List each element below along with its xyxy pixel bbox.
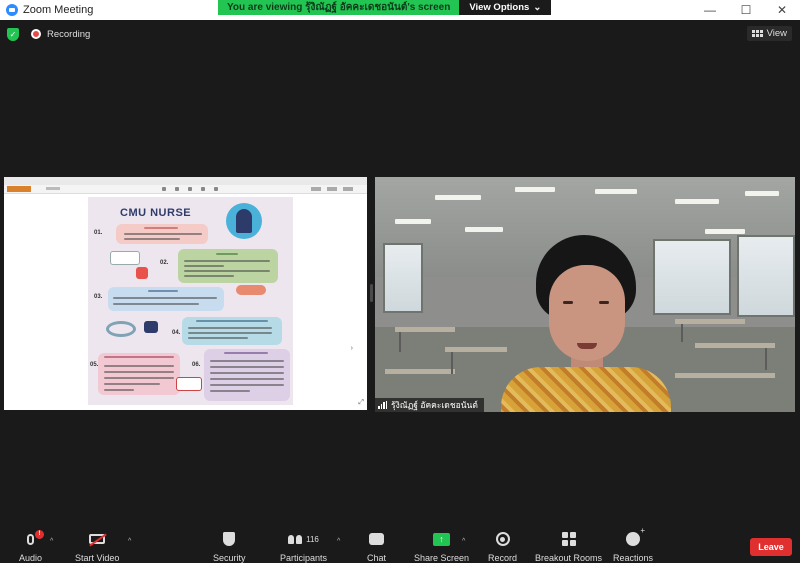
- ambulance-icon: [176, 377, 202, 391]
- record-button[interactable]: Record: [488, 530, 517, 563]
- grid-view-icon: [751, 30, 763, 37]
- video-background-window: [383, 243, 423, 313]
- shared-pdf-tab: [7, 186, 31, 192]
- encryption-shield-icon[interactable]: ✓: [7, 28, 19, 41]
- viewing-banner-text: You are viewing รุ้งิณัฏฐ์ อัคคะเดชอนันต…: [218, 0, 460, 15]
- poster-number-03: 03.: [94, 294, 103, 300]
- first-aid-icon: [136, 267, 148, 279]
- video-off-icon: [89, 534, 106, 544]
- poster-number-01: 01.: [94, 230, 103, 236]
- chevron-down-icon: ⌄: [533, 2, 542, 13]
- participant-person: [501, 235, 671, 412]
- medical-bag-icon: [144, 321, 158, 333]
- shared-pdf-tools: [162, 187, 218, 191]
- view-button[interactable]: View: [746, 26, 792, 41]
- audio-options-caret[interactable]: ^: [50, 538, 53, 545]
- poster-number-04: 04.: [172, 330, 181, 336]
- poster-block-1: [116, 224, 208, 244]
- signal-strength-icon: [378, 401, 387, 409]
- participants-options-caret[interactable]: ^: [337, 538, 340, 545]
- next-page-icon[interactable]: ›: [351, 345, 353, 352]
- recording-icon: [31, 29, 41, 39]
- participants-button[interactable]: 116 Participants: [280, 530, 327, 563]
- breakout-rooms-icon: [561, 532, 576, 546]
- nurse-illustration-icon: [226, 203, 262, 239]
- close-button[interactable]: ✕: [764, 0, 800, 20]
- split-view-handle[interactable]: [370, 284, 373, 302]
- recording-label: Recording: [47, 29, 91, 40]
- chat-button[interactable]: Chat: [367, 530, 386, 563]
- participants-icon: [288, 534, 303, 544]
- poster-block-6: [204, 349, 290, 401]
- shared-pdf-right-tools: [311, 187, 353, 191]
- shared-pdf-toolbar: [4, 185, 367, 194]
- poster-block-5: [98, 353, 180, 395]
- share-options-caret[interactable]: ^: [462, 538, 465, 545]
- audio-warning-badge: !: [35, 529, 45, 539]
- expand-icon[interactable]: ⤢: [358, 399, 364, 407]
- audio-button[interactable]: ! Audio: [19, 529, 45, 563]
- security-button[interactable]: Security: [213, 530, 246, 563]
- poster-title: CMU NURSE: [120, 207, 192, 219]
- security-shield-icon: [223, 532, 236, 546]
- window-controls: — ☐ ✕: [692, 0, 800, 20]
- syringe-icon: [236, 285, 266, 295]
- microphone-icon: !: [27, 529, 45, 545]
- share-screen-button[interactable]: ↑ Share Screen: [414, 530, 469, 563]
- poster-block-4: [182, 317, 282, 345]
- poster-number-02: 02.: [160, 260, 169, 266]
- video-background-window: [737, 235, 795, 317]
- chat-bubble-icon: [369, 533, 384, 545]
- meeting-header: ✓ Recording View: [0, 20, 800, 50]
- zoom-logo-icon: [6, 4, 18, 16]
- shared-pdf-page-field: [46, 187, 60, 190]
- minimize-button[interactable]: —: [692, 0, 728, 20]
- reactions-emoji-icon: [626, 526, 645, 546]
- view-options-button[interactable]: View Options ⌄: [459, 0, 552, 15]
- window-title: Zoom Meeting: [23, 4, 94, 16]
- view-label: View: [766, 28, 787, 39]
- view-options-label: View Options: [469, 2, 530, 13]
- viewing-banner: You are viewing รุ้งิณัฏฐ์ อัคคะเดชอนันต…: [218, 0, 552, 15]
- pills-illustration-icon: [110, 251, 140, 265]
- poster-block-2: [178, 249, 278, 283]
- stethoscope-icon: [106, 321, 136, 337]
- leave-button[interactable]: Leave: [750, 538, 792, 556]
- maximize-button[interactable]: ☐: [728, 0, 764, 20]
- share-screen-arrow-icon: ↑: [433, 532, 451, 546]
- participants-count: 116: [306, 534, 319, 544]
- poster-number-06: 06.: [192, 362, 201, 368]
- participant-name-tag: รุ้งิณัฏฐ์ อัคคะเดชอนันต์: [375, 398, 484, 412]
- participant-video[interactable]: รุ้งิณัฏฐ์ อัคคะเดชอนันต์: [375, 177, 795, 412]
- meeting-toolbar: ! Audio ^ Start Video ^ Security 116 Par…: [0, 526, 800, 563]
- poster-block-3: [108, 287, 224, 311]
- start-video-button[interactable]: Start Video: [75, 530, 119, 563]
- video-options-caret[interactable]: ^: [128, 538, 131, 545]
- shared-screen[interactable]: CMU NURSE 01. 02. 03. 04. 05. 06. › ⤢: [4, 177, 367, 410]
- participant-name: รุ้งิณัฏฐ์ อัคคะเดชอนันต์: [391, 400, 478, 410]
- record-icon: [495, 532, 510, 546]
- shared-pdf-titlebar: [4, 177, 367, 185]
- reactions-button[interactable]: Reactions: [613, 526, 653, 563]
- cmu-nurse-poster: CMU NURSE 01. 02. 03. 04. 05. 06.: [88, 197, 293, 405]
- breakout-rooms-button[interactable]: Breakout Rooms: [535, 530, 602, 563]
